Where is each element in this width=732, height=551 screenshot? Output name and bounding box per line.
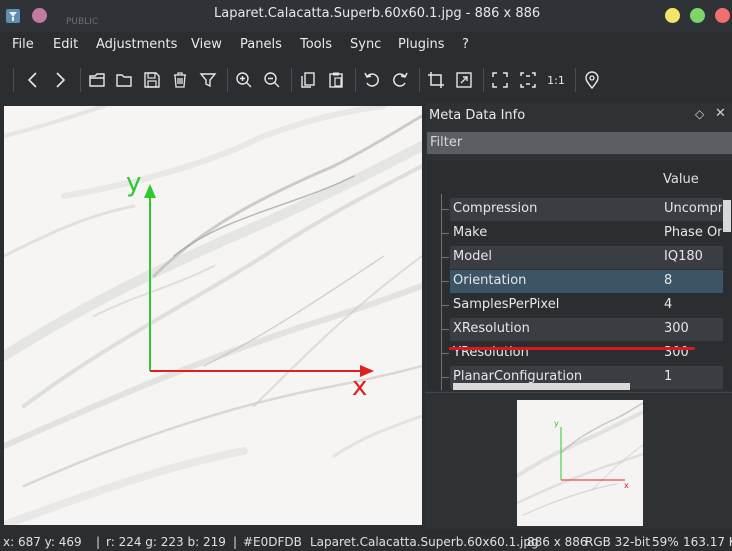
thumbnail-image: y x <box>517 400 643 526</box>
axis-y-label: y <box>126 168 142 198</box>
menu-view[interactable]: View <box>191 37 222 52</box>
paste-icon[interactable] <box>326 70 346 90</box>
table-row[interactable]: XResolution 300 <box>441 318 723 341</box>
status-rgb: r: 224 g: 223 b: 219 <box>106 535 226 549</box>
table-row[interactable]: YResolution 300 <box>441 342 723 365</box>
menu-bar: File Edit Adjustments View Panels Tools … <box>0 33 732 57</box>
close-button[interactable] <box>715 8 730 23</box>
delete-icon[interactable] <box>170 70 190 90</box>
toolbar-separator <box>419 68 420 92</box>
row-value: Phase On <box>664 225 722 240</box>
save-icon[interactable] <box>142 70 162 90</box>
menu-file[interactable]: File <box>12 37 34 52</box>
toolbar-grip <box>13 68 14 92</box>
status-mode: RGB 32-bit <box>585 535 650 549</box>
minimize-button[interactable] <box>665 8 680 23</box>
toolbar-separator <box>575 68 576 92</box>
toolbar-separator <box>355 68 356 92</box>
vertical-scrollbar[interactable] <box>723 200 731 232</box>
row-key: Orientation <box>453 273 527 288</box>
status-filesize: 163.17 KB <box>683 535 732 549</box>
toolbar-separator <box>227 68 228 92</box>
row-value: 8 <box>664 273 673 288</box>
resize-icon[interactable] <box>454 70 474 90</box>
row-key: Model <box>453 249 493 264</box>
marble-image <box>4 106 422 525</box>
copy-icon[interactable] <box>298 70 318 90</box>
prev-icon[interactable] <box>23 70 43 90</box>
location-icon[interactable] <box>582 70 602 90</box>
table-row[interactable]: Compression Uncompr <box>441 198 723 221</box>
zoom-out-icon[interactable] <box>262 70 282 90</box>
status-zoom: 59% <box>652 535 679 549</box>
status-bar: x: 687 y: 469 | r: 224 g: 223 b: 219 | #… <box>0 533 732 551</box>
toolbar-separator <box>483 68 484 92</box>
row-value: 1 <box>664 369 673 384</box>
status-coords: x: 687 y: 469 <box>3 535 82 549</box>
float-icon[interactable]: ◇ <box>695 107 704 121</box>
menu-tools[interactable]: Tools <box>300 37 332 52</box>
maximize-button[interactable] <box>690 8 705 23</box>
window-title: Laparet.Calacatta.Superb.60x60.1.jpg - 8… <box>214 6 541 21</box>
panel-title: Meta Data Info <box>429 108 526 123</box>
menu-panels[interactable]: Panels <box>240 37 282 52</box>
next-icon[interactable] <box>50 70 70 90</box>
meta-data-panel: Meta Data Info ◇ ✕ Filter Value Compress… <box>425 102 732 530</box>
menu-edit[interactable]: Edit <box>53 37 78 52</box>
menu-plugins[interactable]: Plugins <box>398 37 445 52</box>
row-value: IQ180 <box>664 249 703 264</box>
panel-divider <box>425 392 732 393</box>
menu-sync[interactable]: Sync <box>350 37 381 52</box>
table-row[interactable]: Make Phase On <box>441 222 723 245</box>
row-key: XResolution <box>453 321 530 336</box>
menu-adjustments[interactable]: Adjustments <box>96 37 177 52</box>
annotation-underline <box>449 347 695 350</box>
app-icon <box>6 8 20 23</box>
window-menu-button[interactable] <box>32 8 47 23</box>
fit-icon[interactable] <box>518 70 538 90</box>
status-filename: Laparet.Calacatta.Superb.60x60.1.jpg <box>310 535 539 549</box>
row-key: PlanarConfiguration <box>453 369 583 384</box>
table-row[interactable]: SamplesPerPixel 4 <box>441 294 723 317</box>
row-key: Compression <box>453 201 538 216</box>
toolbar-separator <box>291 68 292 92</box>
horizontal-scrollbar[interactable] <box>453 383 630 390</box>
status-dimensions: 886 x 886 <box>527 535 588 549</box>
row-value: 4 <box>664 297 673 312</box>
table-row-selected[interactable]: Orientation 8 <box>441 270 723 293</box>
rotate-left-icon[interactable] <box>362 70 382 90</box>
rotate-right-icon[interactable] <box>390 70 410 90</box>
thumb-axis-y: y <box>554 419 559 428</box>
value-column-header[interactable]: Value <box>663 172 699 187</box>
toolbar: 1:1 <box>0 62 732 98</box>
background-label: PUBLIC <box>66 17 99 27</box>
filter-input[interactable]: Filter <box>427 132 732 154</box>
row-value: Uncompr <box>664 201 722 216</box>
fullscreen-icon[interactable] <box>490 70 510 90</box>
preview-thumbnail[interactable]: y x <box>517 400 643 526</box>
image-viewer[interactable]: y x <box>4 106 422 525</box>
one-to-one-icon[interactable]: 1:1 <box>546 70 566 90</box>
zoom-in-icon[interactable] <box>234 70 254 90</box>
tree-branch-line <box>441 194 442 390</box>
folder-icon[interactable] <box>114 70 134 90</box>
axis-x-label: x <box>352 372 368 402</box>
open-icon[interactable] <box>87 70 107 90</box>
crop-icon[interactable] <box>426 70 446 90</box>
status-hex: #E0DFDB <box>243 535 302 549</box>
filter-icon[interactable] <box>198 70 218 90</box>
metadata-tree[interactable]: Value Compression Uncompr Make Phase On … <box>427 160 732 390</box>
toolbar-separator <box>80 68 81 92</box>
one-to-one-label: 1:1 <box>547 73 565 87</box>
close-icon[interactable]: ✕ <box>715 106 726 121</box>
title-bar: PUBLIC Laparet.Calacatta.Superb.60x60.1.… <box>0 0 732 32</box>
row-key: Make <box>453 225 488 240</box>
row-value: 300 <box>664 321 689 336</box>
thumb-axis-x: x <box>624 481 629 490</box>
table-row[interactable]: Model IQ180 <box>441 246 723 269</box>
menu-help[interactable]: ? <box>462 37 469 52</box>
row-key: SamplesPerPixel <box>453 297 560 312</box>
